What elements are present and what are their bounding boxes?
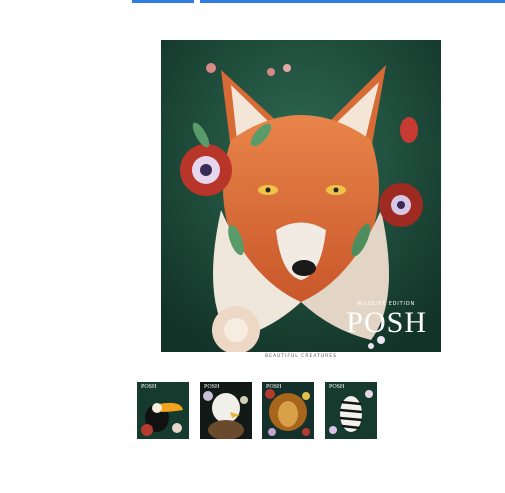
thumbnail-eagle[interactable]: POSH [200,382,252,439]
eagle-image [200,382,252,439]
thumbnail-brand: POSH [204,384,220,390]
gallery-tab-indicator-2[interactable] [200,0,505,3]
thumbnail-brand: POSH [266,384,282,390]
thumbnail-toucan[interactable]: POSH [137,382,189,439]
thumbnail-brand: POSH [141,384,157,390]
thumbnail-brand: POSH [329,384,345,390]
thumbnail-zebra[interactable]: POSH [325,382,377,439]
toucan-image [137,382,189,439]
main-product-image[interactable]: WILDLIFE EDITION POSH BEAUTIFUL CREATURE… [161,40,441,362]
zebra-image [325,382,377,439]
book-subtitle: BEAUTIFUL CREATURES [265,354,337,359]
lion-image [262,382,314,439]
book-title: POSH [346,306,427,339]
gallery-tab-indicator-1[interactable] [132,0,194,3]
thumbnail-lion[interactable]: POSH [262,382,314,439]
